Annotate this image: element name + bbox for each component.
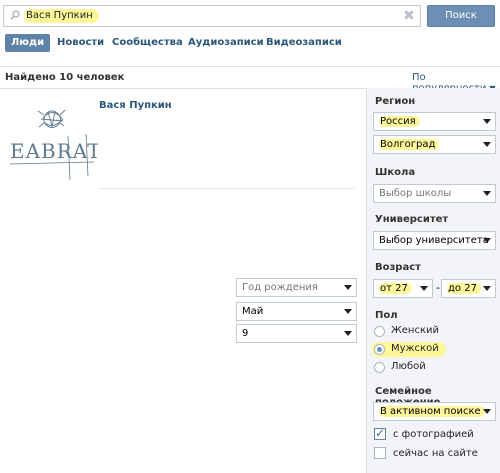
marital-value: В активном поиске <box>379 406 485 417</box>
chevron-down-icon <box>483 286 491 291</box>
divider <box>0 88 366 89</box>
tab-communities[interactable]: Сообщества <box>112 34 183 52</box>
results-count: Найдено 10 человек <box>5 72 125 83</box>
search-input[interactable]: Вася Пупкин ✖ <box>3 5 421 27</box>
region-label: Регион <box>375 96 416 107</box>
radio-male[interactable] <box>374 344 385 355</box>
chevron-down-icon <box>344 285 352 290</box>
chevron-down-icon <box>420 286 428 291</box>
avatar-text: EABRAT <box>10 139 98 163</box>
school-value: Выбор школы <box>379 188 452 199</box>
chevron-down-icon <box>483 142 491 147</box>
radio-female-label: Женский <box>391 325 439 336</box>
with-photo-label: с фотографией <box>393 429 474 440</box>
chevron-down-icon <box>344 309 352 314</box>
result-name[interactable]: Вася Пупкин <box>99 100 172 111</box>
chevron-down-icon <box>344 331 352 336</box>
age-dash: - <box>436 281 440 294</box>
university-label: Университет <box>375 214 449 225</box>
clear-icon[interactable]: ✖ <box>402 8 416 24</box>
birth-day-select[interactable]: 9 <box>236 324 357 343</box>
university-value: Выбор университета <box>379 235 489 246</box>
radio-any[interactable] <box>374 362 385 373</box>
sex-label: Пол <box>375 310 398 321</box>
school-label: Школа <box>375 167 416 178</box>
online-checkbox[interactable] <box>374 447 386 459</box>
country-select[interactable]: Россия <box>373 112 496 131</box>
country-value: Россия <box>379 116 420 127</box>
online-label: сейчас на сайте <box>393 448 478 459</box>
divider <box>99 188 355 189</box>
section-tabs: Люди Новости Сообщества Аудиозаписи Виде… <box>0 34 342 54</box>
age-label: Возраст <box>375 262 421 273</box>
search-query: Вася Пупкин <box>24 9 99 23</box>
tab-news[interactable]: Новости <box>57 34 104 52</box>
divider <box>0 66 500 67</box>
search-button[interactable]: Поиск <box>427 5 495 27</box>
birth-month-select[interactable]: Май <box>236 302 357 321</box>
birth-year-select[interactable]: Год рождения <box>236 278 357 297</box>
radio-male-label: Мужской <box>391 343 439 354</box>
marital-select[interactable]: В активном поиске <box>373 402 496 421</box>
chevron-down-icon <box>483 238 491 243</box>
age-from-value: от 27 <box>379 283 412 294</box>
with-photo-checkbox[interactable] <box>374 426 386 440</box>
birth-day-value: 9 <box>242 328 249 339</box>
avatar[interactable]: EABRAT <box>8 96 98 186</box>
school-select[interactable]: Выбор школы <box>373 184 496 203</box>
chevron-down-icon <box>483 119 491 124</box>
radio-female[interactable] <box>374 326 385 337</box>
chevron-down-icon <box>483 409 491 414</box>
tab-people[interactable]: Люди <box>5 34 51 52</box>
radio-any-label: Любой <box>391 361 426 372</box>
tab-video[interactable]: Видеозаписи <box>266 34 342 52</box>
birth-month-value: Май <box>242 306 264 317</box>
birth-year-value: Год рождения <box>242 282 318 293</box>
city-value: Волгоград <box>379 139 440 150</box>
tab-audio[interactable]: Аудиозаписи <box>188 34 264 52</box>
search-icon <box>10 10 20 20</box>
city-select[interactable]: Волгоград <box>373 135 496 154</box>
chevron-down-icon <box>483 191 491 196</box>
age-from-select[interactable]: от 27 <box>373 279 433 298</box>
university-select[interactable]: Выбор университета <box>373 231 496 250</box>
age-to-select[interactable]: до 27 <box>441 279 496 298</box>
age-to-value: до 27 <box>447 283 481 294</box>
